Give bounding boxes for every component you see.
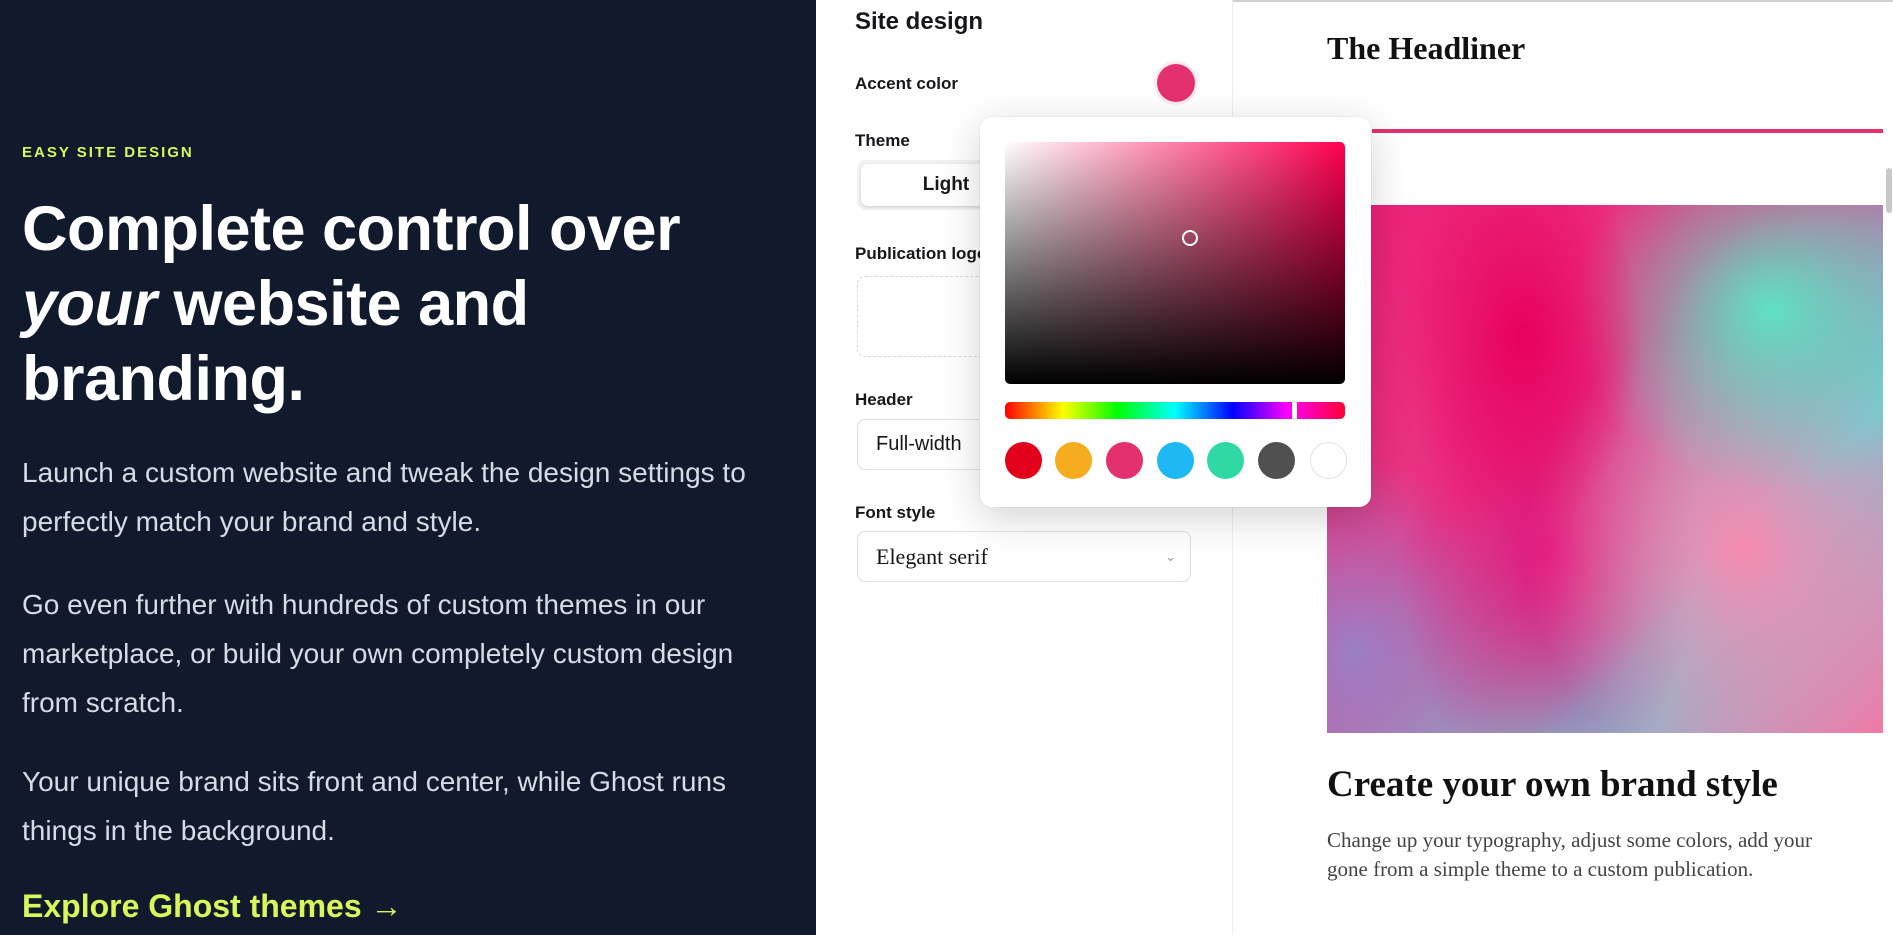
hue-handle[interactable] [1292, 400, 1297, 421]
headline: Complete control over your website and b… [22, 192, 782, 417]
publication-logo-label: Publication logo [855, 244, 988, 263]
font-style-select[interactable]: Elegant serif ⌄ [857, 531, 1191, 582]
excerpt-line: Change up your typography, adjust some c… [1327, 828, 1813, 852]
headline-text: Complete control over [22, 194, 681, 264]
font-style-label: Font style [855, 503, 936, 522]
color-swatch[interactable] [1258, 442, 1295, 479]
accent-line [1372, 129, 1883, 133]
accent-color-label: Accent color [855, 74, 958, 93]
feature-image [1327, 205, 1883, 733]
paragraph: Launch a custom website and tweak the de… [22, 457, 746, 537]
saturation-handle[interactable] [1182, 230, 1198, 246]
preview-site-title: The Headliner [1327, 30, 1526, 66]
chevron-down-icon: ⌄ [1165, 549, 1176, 564]
panel-title: Site design [855, 8, 984, 35]
post-title: Create your own brand style [1327, 764, 1778, 805]
color-swatch[interactable] [1005, 442, 1042, 479]
color-swatch[interactable] [1055, 442, 1092, 479]
theme-label: Theme [855, 131, 910, 150]
color-swatch[interactable] [1157, 442, 1194, 479]
eyebrow: EASY SITE DESIGN [22, 144, 194, 161]
post-excerpt: Change up your typography, adjust some c… [1327, 826, 1887, 884]
color-swatch[interactable] [1310, 442, 1347, 479]
color-picker-popover [980, 117, 1371, 507]
color-swatch[interactable] [1106, 442, 1143, 479]
accent-color-swatch[interactable] [1157, 64, 1195, 102]
paragraph: Your unique brand sits front and center,… [22, 766, 727, 846]
font-style-value: Elegant serif [876, 544, 988, 569]
marketing-panel: EASY SITE DESIGN Complete control over y… [0, 0, 816, 935]
headline-emphasis: your [22, 269, 157, 339]
scrollbar[interactable] [1886, 168, 1892, 213]
excerpt-line: gone from a simple theme to a custom pub… [1327, 857, 1754, 881]
paragraph: Go even further with hundreds of custom … [22, 589, 734, 718]
explore-themes-link[interactable]: Explore Ghost themes → [22, 888, 403, 925]
saturation-picker[interactable] [1005, 142, 1345, 384]
header-label: Header [855, 390, 913, 409]
